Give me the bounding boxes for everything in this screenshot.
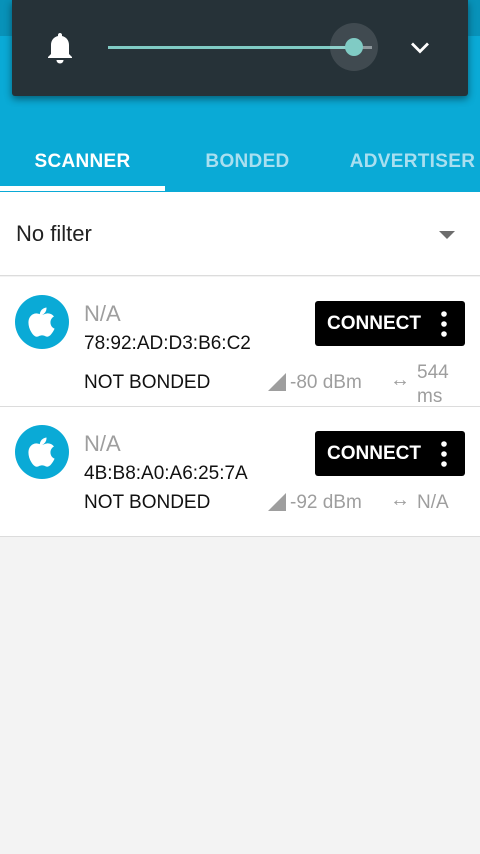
tab-advertiser[interactable]: ADVERTISER [330, 132, 480, 192]
tab-indicator [0, 186, 165, 191]
device-interval: 544 ms [417, 361, 449, 409]
signal-strength-icon [268, 373, 286, 391]
volume-slider-fill [108, 46, 354, 49]
device-name: N/A [84, 301, 121, 326]
device-name: N/A [84, 431, 121, 456]
device-interval: N/A [417, 491, 449, 515]
device-interval-value: 544 [417, 362, 449, 383]
device-rssi: -92 dBm [290, 492, 362, 513]
device-interval-value: N/A [417, 492, 449, 513]
connect-button-label: CONNECT [327, 443, 421, 464]
device-row[interactable]: N/A 4B:B8:A0:A6:25:7A NOT BONDED CONNECT… [0, 407, 480, 537]
filter-selected-value: No filter [16, 221, 92, 246]
device-row[interactable]: N/A 78:92:AD:D3:B6:C2 NOT BONDED CONNECT… [0, 277, 480, 407]
tab-bonded[interactable]: BONDED [165, 132, 330, 192]
volume-slider-thumb[interactable] [344, 38, 363, 56]
device-rssi: -80 dBm [290, 372, 362, 393]
connect-button[interactable]: CONNECT [315, 301, 465, 346]
chevron-down-icon[interactable] [408, 36, 432, 60]
tab-bar: SCANNER BONDED ADVERTISER [0, 132, 480, 192]
device-interval-unit: ms [417, 386, 443, 407]
filter-dropdown[interactable]: No filter [0, 192, 480, 276]
apple-icon [15, 425, 69, 479]
device-bond-state: NOT BONDED [84, 492, 211, 513]
tab-scanner[interactable]: SCANNER [0, 132, 165, 192]
more-vert-icon[interactable] [441, 311, 447, 337]
bell-icon[interactable] [44, 30, 76, 66]
connect-button[interactable]: CONNECT [315, 431, 465, 476]
device-address: 78:92:AD:D3:B6:C2 [84, 333, 251, 354]
signal-strength-icon [268, 493, 286, 511]
more-vert-icon[interactable] [441, 441, 447, 467]
apple-icon [15, 295, 69, 349]
interval-arrows-icon: ↔ [390, 489, 410, 511]
device-address: 4B:B8:A0:A6:25:7A [84, 463, 248, 484]
interval-arrows-icon: ↔ [390, 369, 410, 391]
tab-scanner-label: SCANNER [34, 151, 131, 172]
volume-panel [12, 0, 468, 96]
tab-bonded-label: BONDED [205, 151, 290, 172]
device-bond-state: NOT BONDED [84, 372, 211, 393]
tab-advertiser-label: ADVERTISER [349, 151, 476, 172]
dropdown-arrow-icon[interactable] [439, 231, 455, 239]
connect-button-label: CONNECT [327, 313, 421, 334]
